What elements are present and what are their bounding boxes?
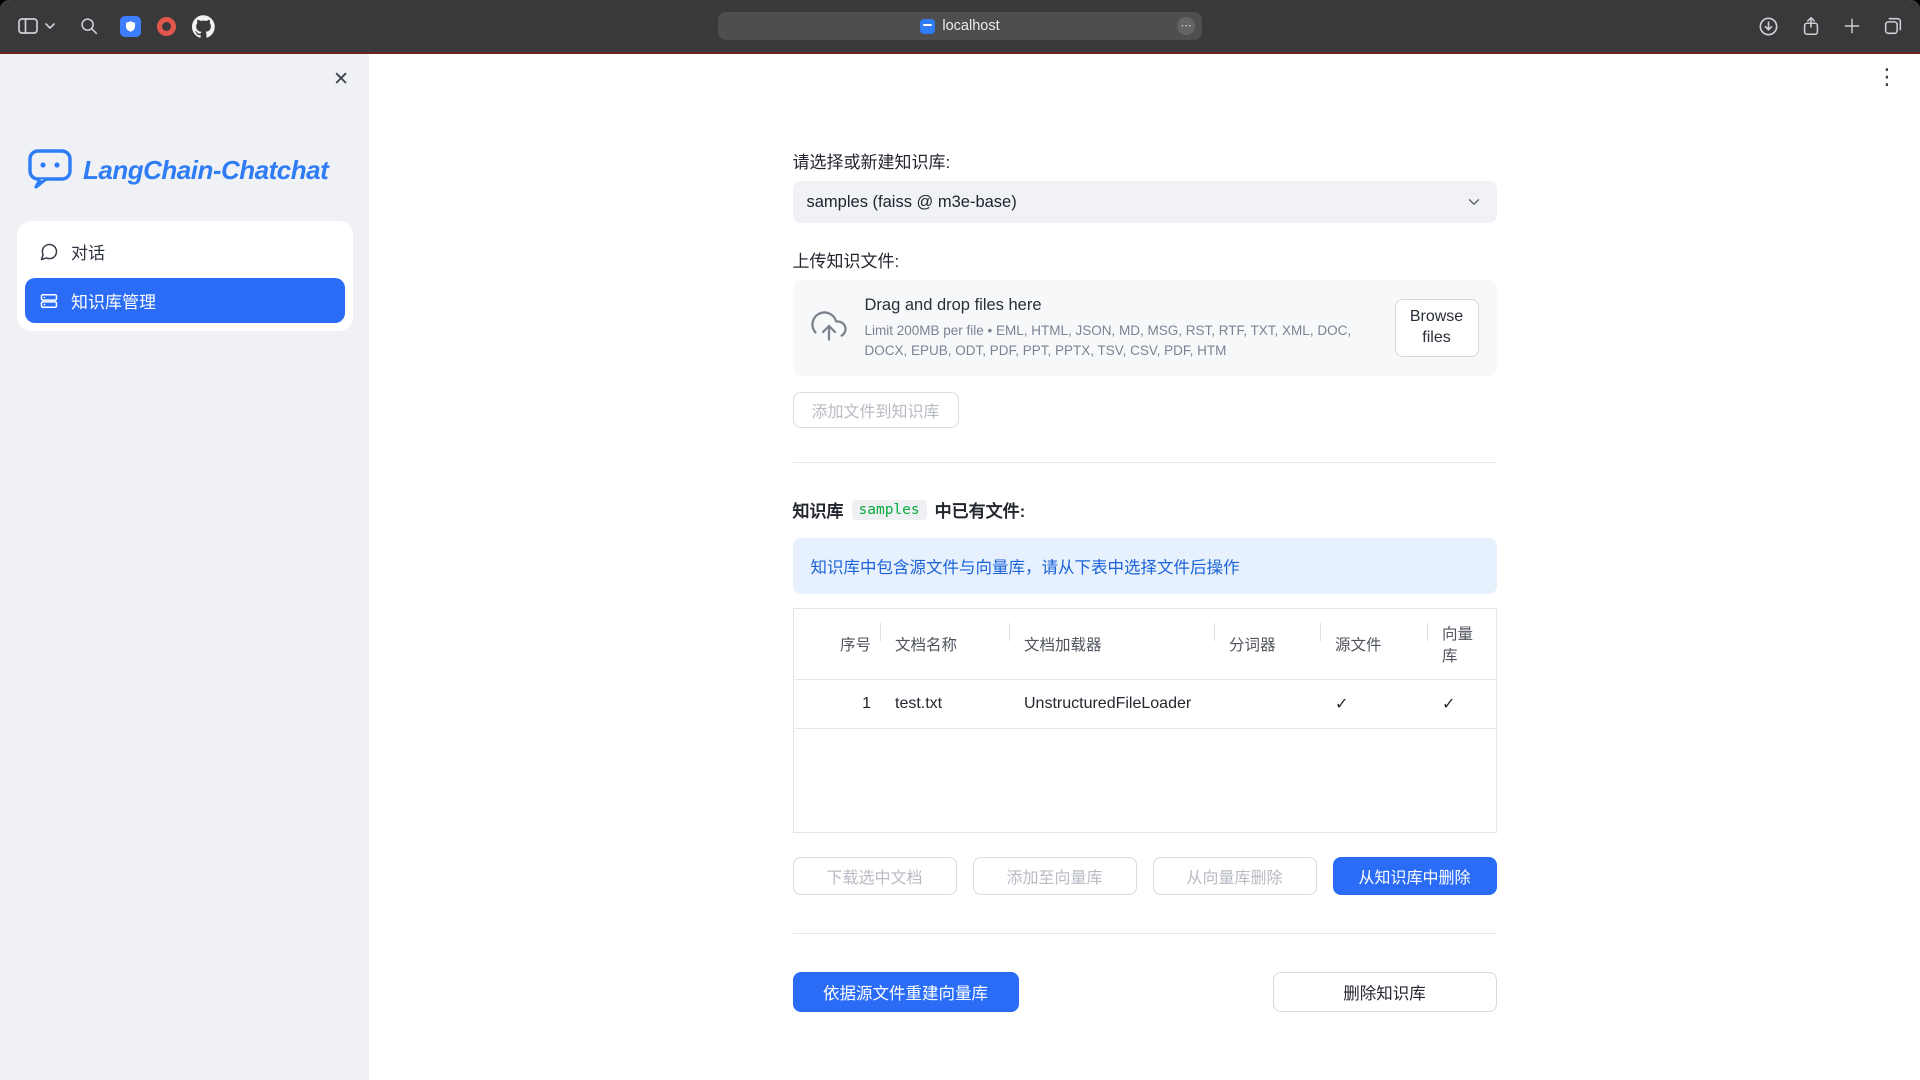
extension-badge-icon[interactable]: ⋯ [1177,17,1195,35]
browser-toolbar: localhost ⋯ [0,0,1920,52]
kb-name-code: samples [852,500,927,520]
chat-bubble-icon [39,242,59,262]
col-header-source: 源文件 [1321,609,1428,680]
sidebar-item-knowledge-base[interactable]: 知识库管理 [25,278,345,323]
kb-actions: 依据源文件重建向量库 删除知识库 [793,972,1497,1012]
cell-splitter [1215,680,1321,729]
col-header-vector: 向量库 [1428,609,1496,680]
delete-from-kb-button[interactable]: 从知识库中删除 [1333,857,1497,895]
chevron-down-icon [1465,193,1483,211]
cell-index: 1 [793,680,881,729]
info-banner: 知识库中包含源文件与向量库，请从下表中选择文件后操作 [793,538,1497,594]
sidebar-close-icon[interactable]: ✕ [333,70,349,89]
rebuild-vector-store-button[interactable]: 依据源文件重建向量库 [793,972,1019,1012]
download-selected-button[interactable]: 下载选中文档 [793,857,957,895]
ring-extension-icon[interactable] [157,17,176,36]
divider [793,462,1497,463]
col-header-index: 序号 [793,609,881,680]
cloud-upload-icon [811,308,847,349]
table-row[interactable]: 1 test.txt UnstructuredFileLoader ✓ ✓ [793,680,1496,729]
file-dropzone[interactable]: Drag and drop files here Limit 200MB per… [793,280,1497,376]
url-text: localhost [942,18,999,34]
sidebar-nav: 对话 知识库管理 [17,221,353,331]
new-tab-icon[interactable] [1842,16,1862,36]
col-header-loader: 文档加载器 [1010,609,1215,680]
browser-window: localhost ⋯ ✕ [0,0,1920,1080]
kb-select-label: 请选择或新建知识库: [793,148,1497,173]
downloads-icon[interactable] [1757,15,1780,38]
github-extension-icon[interactable] [192,15,215,38]
chevron-down-icon[interactable] [44,20,56,32]
dropzone-limit-text: Limit 200MB per file • EML, HTML, JSON, … [865,321,1390,360]
kb-selectbox[interactable]: samples (faiss @ m3e-base) [793,181,1497,223]
sidebar-toggle-icon[interactable] [16,14,40,38]
sidebar-item-label: 知识库管理 [71,288,156,313]
app-menu-icon[interactable]: ⋮ [1876,66,1898,88]
app-logo: LangChain-Chatchat [27,146,369,195]
delete-kb-button[interactable]: 删除知识库 [1273,972,1497,1012]
kb-files-table: 序号 文档名称 文档加载器 分词器 源文件 向量库 1 test.txt Uns [793,608,1497,833]
shield-extension-icon[interactable] [120,16,141,37]
cell-source-check: ✓ [1321,680,1428,729]
share-icon[interactable] [1800,15,1822,37]
col-header-name: 文档名称 [881,609,1010,680]
browse-files-button[interactable]: Browse files [1395,299,1479,357]
kb-heading-suffix: 中已有文件: [935,497,1026,522]
file-actions: 下载选中文档 添加至向量库 从向量库删除 从知识库中删除 [793,857,1497,895]
tabs-overview-icon[interactable] [1882,15,1904,37]
sidebar-item-chat[interactable]: 对话 [25,229,345,274]
kb-heading-prefix: 知识库 [793,497,844,522]
upload-label: 上传知识文件: [793,247,1497,272]
add-to-vector-button[interactable]: 添加至向量库 [973,857,1137,895]
table-header-row: 序号 文档名称 文档加载器 分词器 源文件 向量库 [793,609,1496,680]
add-files-button[interactable]: 添加文件到知识库 [793,392,959,428]
remove-from-vector-button[interactable]: 从向量库删除 [1153,857,1317,895]
divider [793,933,1497,934]
site-favicon [920,19,935,34]
col-header-splitter: 分词器 [1215,609,1321,680]
cell-loader: UnstructuredFileLoader [1010,680,1215,729]
cell-file-name: test.txt [881,680,1010,729]
dropzone-title: Drag and drop files here [865,296,1390,315]
sidebar-item-label: 对话 [71,239,105,264]
cell-vector-check: ✓ [1428,680,1496,729]
search-icon[interactable] [78,15,100,37]
kb-selectbox-value: samples (faiss @ m3e-base) [807,193,1465,212]
address-bar[interactable]: localhost ⋯ [718,12,1202,40]
table-empty-area [793,729,1496,833]
app-sidebar: ✕ LangChain-Chatchat 对话 [0,54,369,1080]
knowledge-base-icon [39,291,59,311]
main-panel: ⋮ 请选择或新建知识库: samples (faiss @ m3e-base) … [369,54,1920,1080]
logo-chat-icon [27,146,73,195]
logo-text: LangChain-Chatchat [83,155,328,186]
kb-files-heading: 知识库 samples 中已有文件: [793,497,1497,522]
